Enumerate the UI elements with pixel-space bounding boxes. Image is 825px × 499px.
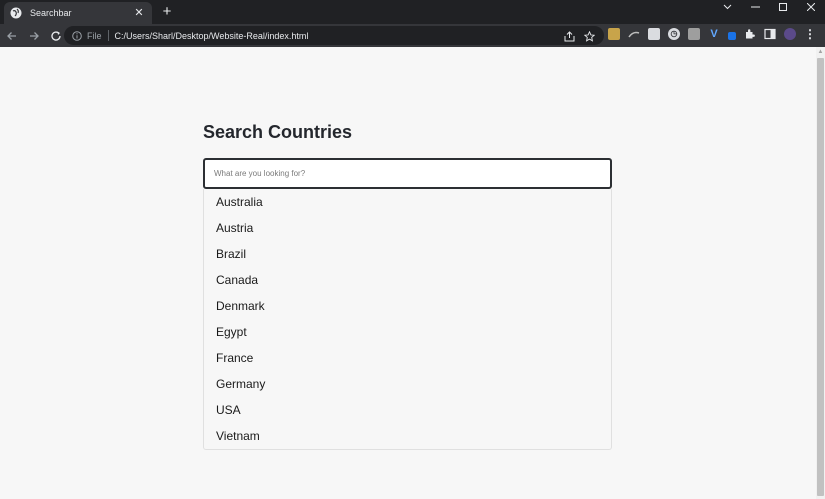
tab-title: Searchbar (30, 8, 72, 18)
omnibox-divider (107, 30, 109, 41)
info-icon[interactable] (72, 30, 82, 41)
list-item[interactable]: Austria (204, 215, 611, 241)
list-item[interactable]: Germany (204, 371, 611, 397)
sidebar-icon[interactable] (764, 28, 776, 40)
star-icon[interactable] (582, 29, 596, 43)
close-icon[interactable] (797, 0, 825, 14)
extensions-area: ◷ V ⋮ (608, 27, 824, 41)
extension-badge-icon[interactable] (728, 32, 736, 40)
scheme-label: File (87, 30, 102, 41)
window-controls (713, 0, 825, 14)
tab-strip: Searchbar ✕ + (0, 0, 825, 24)
browser-tab[interactable]: Searchbar ✕ (4, 2, 152, 24)
profile-icon[interactable] (784, 27, 796, 40)
search-input[interactable] (203, 158, 612, 189)
plus-icon[interactable]: + (158, 3, 176, 21)
extension-pen-icon[interactable] (628, 28, 640, 40)
share-icon[interactable] (562, 29, 576, 43)
extension-square-icon[interactable] (688, 27, 700, 40)
extension-v-icon[interactable]: V (708, 28, 720, 40)
puzzle-icon[interactable] (744, 28, 756, 40)
reload-icon[interactable] (46, 26, 66, 46)
address-bar[interactable]: File C:/Users/Sharl/Desktop/Website-Real… (64, 26, 604, 45)
close-icon[interactable]: ✕ (132, 6, 146, 20)
page-title: Search Countries (203, 122, 353, 142)
list-item[interactable]: USA (204, 397, 611, 423)
url-text[interactable]: C:/Users/Sharl/Desktop/Website-Real/inde… (115, 31, 309, 41)
maximize-icon[interactable] (769, 0, 797, 14)
omnibox-actions (556, 29, 596, 43)
back-arrow-icon[interactable] (2, 26, 22, 46)
extension-card-icon[interactable] (648, 27, 660, 40)
list-item[interactable]: France (204, 345, 611, 371)
scrollbar-thumb[interactable] (817, 58, 824, 496)
results-list: Australia Austria Brazil Canada Denmark … (203, 189, 612, 450)
page-scrollbar[interactable]: ▲ (816, 47, 825, 499)
kebab-menu-icon[interactable]: ⋮ (804, 27, 816, 41)
list-item[interactable]: Vietnam (204, 423, 611, 449)
list-item[interactable]: Australia (204, 189, 611, 215)
extension-image-icon[interactable] (608, 27, 620, 40)
list-item[interactable]: Egypt (204, 319, 611, 345)
list-item[interactable]: Canada (204, 267, 611, 293)
extension-clock-icon[interactable]: ◷ (668, 27, 680, 40)
chevron-down-icon[interactable] (713, 0, 741, 14)
browser-toolbar: File C:/Users/Sharl/Desktop/Website-Real… (0, 24, 825, 47)
globe-icon (10, 7, 22, 19)
forward-arrow-icon[interactable] (24, 26, 44, 46)
minimize-icon[interactable] (741, 0, 769, 14)
list-item[interactable]: Brazil (204, 241, 611, 267)
scroll-up-arrow-icon[interactable]: ▲ (817, 49, 824, 55)
list-item[interactable]: Denmark (204, 293, 611, 319)
